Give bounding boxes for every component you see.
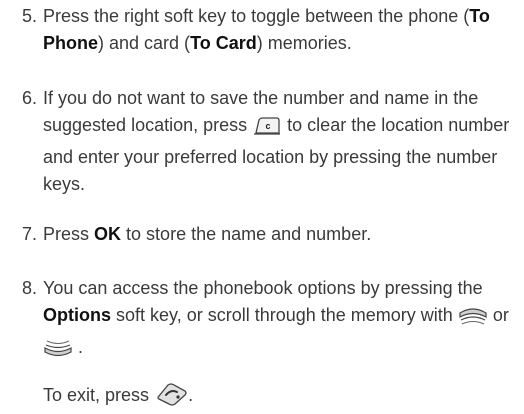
step-5: 5. Press the right soft key to toggle be… [22, 3, 522, 57]
ok-label: OK [94, 224, 122, 244]
down-navigation-key-icon [43, 338, 73, 366]
step-text: Press OK to store the name and number. [43, 224, 372, 244]
step-text: You can access the phonebook options by … [22, 275, 522, 366]
step-6: 6. If you do not want to save the number… [22, 85, 522, 198]
c-key-icon: c [252, 116, 282, 144]
exit-instruction: To exit, press . [22, 382, 522, 414]
step-text: If you do not want to save the number an… [43, 88, 510, 194]
step-8: 8. You can access the phonebook options … [22, 275, 522, 366]
step-number: 8. [22, 278, 38, 298]
to-card-label: To Card [190, 33, 257, 53]
step-number: 7. [22, 224, 38, 244]
svg-text:c: c [266, 121, 271, 131]
end-key-icon [154, 382, 188, 414]
manual-page: 5. Press the right soft key to toggle be… [0, 0, 524, 413]
step-text: Press the right soft key to toggle betwe… [43, 6, 490, 53]
step-number: 5. [22, 6, 38, 26]
up-navigation-key-icon [458, 306, 488, 334]
step-number: 6. [22, 88, 38, 108]
options-label: Options [43, 305, 111, 325]
step-7: 7. Press OK to store the name and number… [22, 221, 522, 248]
